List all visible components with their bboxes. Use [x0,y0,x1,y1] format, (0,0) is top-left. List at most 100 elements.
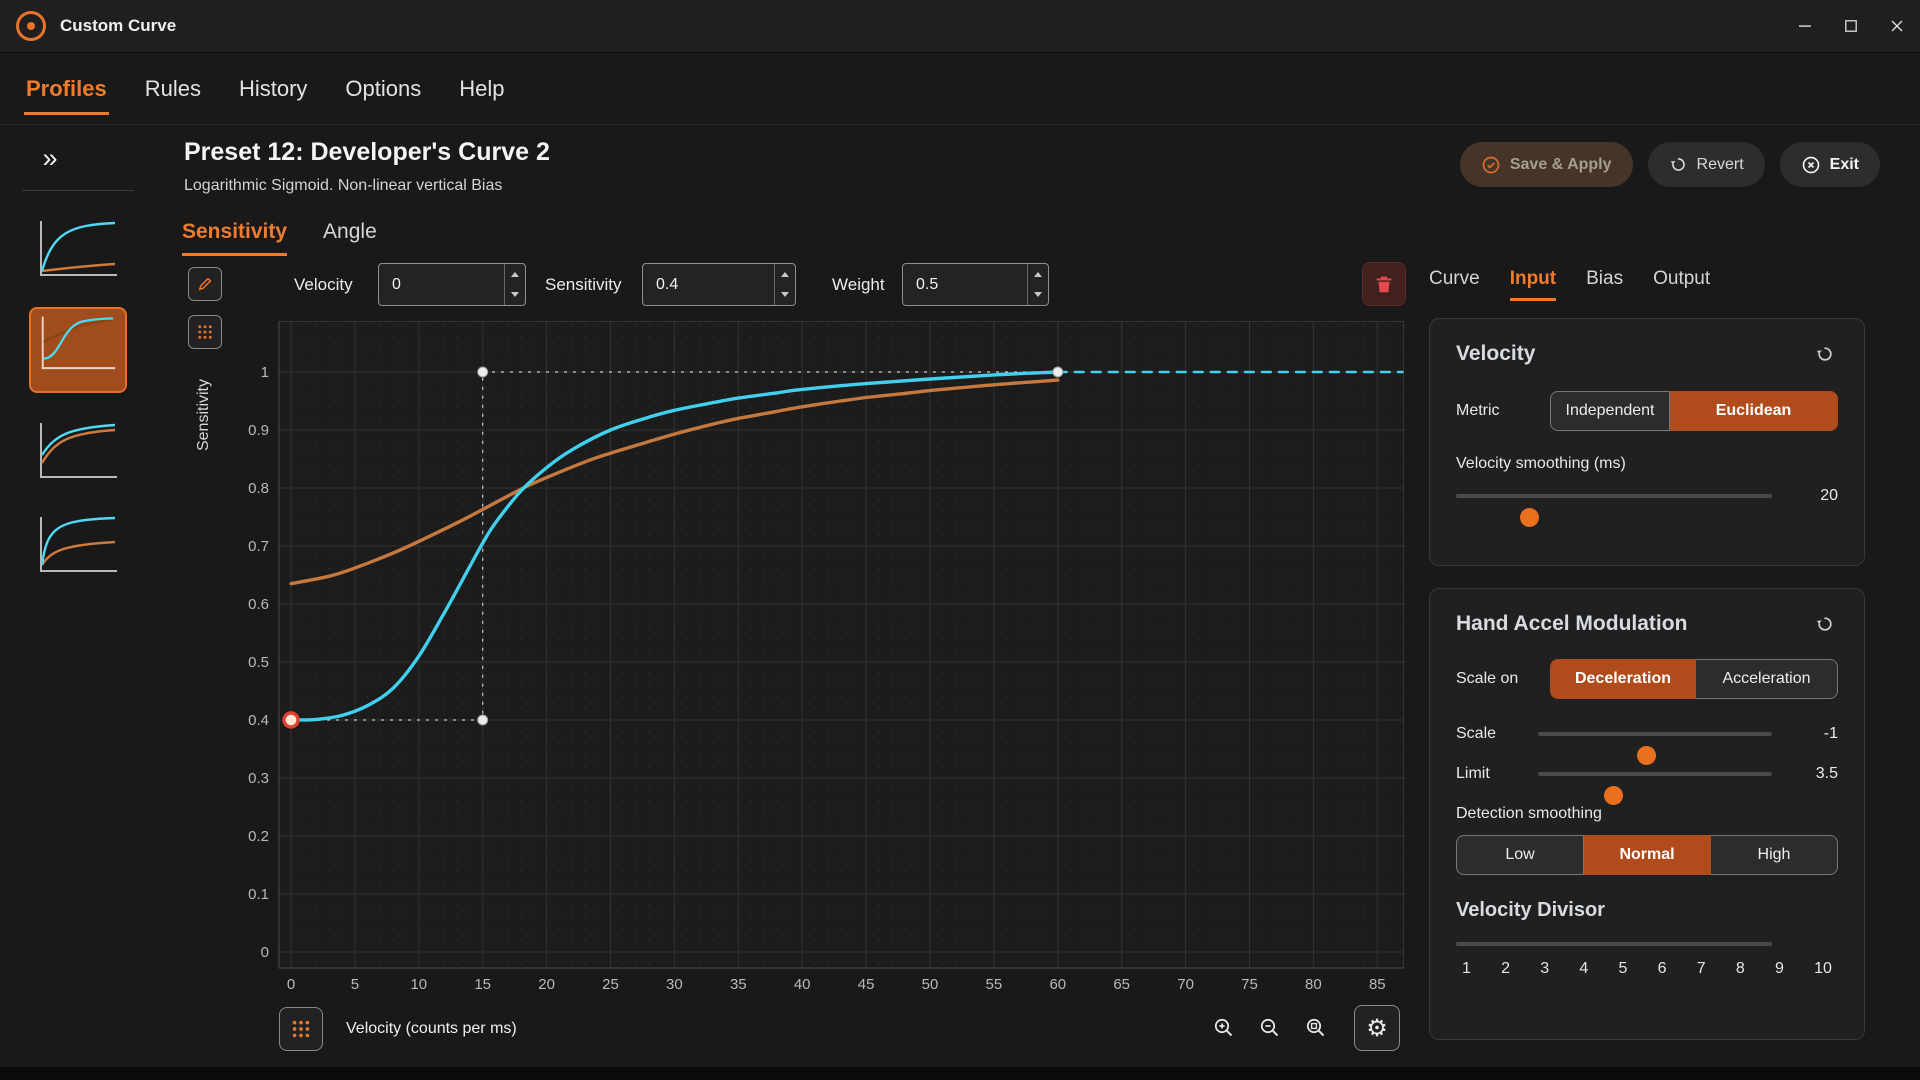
tab-bias[interactable]: Bias [1586,268,1623,301]
weight-spin-up[interactable] [1028,264,1048,285]
settings-tabs: Curve Input Bias Output [1429,268,1710,301]
velocity-input[interactable]: 0 [378,263,526,306]
profiles-sidebar: » [10,138,146,581]
curve-chart[interactable]: 051015202530354045505560657075808500.10.… [219,321,1404,996]
curve-chart-area: 051015202530354045505560657075808500.10.… [219,321,1404,996]
sensitivity-input[interactable]: 0.4 [642,263,796,306]
divisor-value-7[interactable]: 7 [1697,960,1706,978]
velocity-smoothing-slider-thumb[interactable] [1520,508,1539,527]
save-apply-button[interactable]: Save & Apply [1460,142,1633,187]
tab-output[interactable]: Output [1653,268,1710,301]
velocity-smoothing-slider[interactable] [1456,494,1772,498]
profile-2-preview-chart [31,309,125,391]
detection-option-low[interactable]: Low [1456,835,1584,875]
divisor-value-8[interactable]: 8 [1736,960,1745,978]
divisor-value-4[interactable]: 4 [1579,960,1588,978]
divisor-value-10[interactable]: 10 [1814,960,1832,978]
velocity-spin-down[interactable] [505,285,525,306]
control-point[interactable] [1053,367,1063,377]
weight-input[interactable]: 0.5 [902,263,1049,306]
sensitivity-spin-down[interactable] [775,285,795,306]
y-tick-label: 0.2 [248,828,269,845]
nav-tab-options[interactable]: Options [343,62,423,115]
window-controls [1782,0,1920,52]
x-tick-label: 20 [538,976,555,993]
scale-slider[interactable] [1538,732,1772,736]
profile-1-preview-chart [29,213,127,285]
close-button[interactable] [1874,0,1920,52]
velocity-divisor-slider[interactable] [1456,942,1772,946]
save-apply-label: Save & Apply [1510,156,1612,174]
chart-settings-button[interactable]: ⚙ [1354,1005,1400,1051]
gear-icon: ⚙ [1366,1014,1388,1043]
scale-on-option-acceleration[interactable]: Acceleration [1696,659,1838,699]
dots-grid-icon [290,1018,312,1040]
divisor-value-2[interactable]: 2 [1501,960,1510,978]
profile-thumbnail-3[interactable] [29,415,127,487]
limit-slider-thumb[interactable] [1604,786,1623,805]
nav-tab-rules[interactable]: Rules [143,62,203,115]
tab-sensitivity[interactable]: Sensitivity [182,220,287,256]
divisor-value-1[interactable]: 1 [1462,960,1471,978]
revert-button[interactable]: Revert [1648,142,1765,187]
window-bottom-edge [0,1067,1920,1080]
preset-title: Preset 12: Developer's Curve 2 [184,138,550,167]
y-tick-label: 1 [261,364,269,381]
snap-grid-button[interactable] [188,315,222,349]
divisor-value-5[interactable]: 5 [1619,960,1628,978]
limit-label: Limit [1456,765,1538,783]
maximize-button[interactable] [1828,0,1874,52]
sensitivity-spinners [774,264,795,305]
divisor-value-9[interactable]: 9 [1775,960,1784,978]
velocity-input-value: 0 [379,276,504,294]
nav-tab-history[interactable]: History [237,62,309,115]
divisor-value-3[interactable]: 3 [1540,960,1549,978]
tab-angle[interactable]: Angle [323,220,377,256]
divisor-value-6[interactable]: 6 [1658,960,1667,978]
weight-spin-down[interactable] [1028,285,1048,306]
profile-thumbnail-1[interactable] [29,213,127,285]
scale-slider-thumb[interactable] [1637,746,1656,765]
zoom-fit-button[interactable] [1296,1008,1336,1048]
velocity-reset-button[interactable] [1812,341,1838,367]
sensitivity-spin-up[interactable] [775,264,795,285]
delete-point-button[interactable] [1362,262,1406,306]
zoom-in-button[interactable] [1204,1008,1244,1048]
control-point-selected[interactable] [284,713,298,727]
profile-thumbnail-2-selected[interactable] [29,307,127,393]
control-point[interactable] [478,715,488,725]
y-tick-label: 0 [261,944,269,961]
nav-tab-profiles[interactable]: Profiles [24,62,109,115]
limit-value: 3.5 [1782,765,1838,783]
limit-slider[interactable] [1538,772,1772,776]
app-logo-icon [16,11,46,41]
metric-option-euclidean[interactable]: Euclidean [1670,391,1838,431]
close-icon [1889,18,1905,34]
velocity-card-title: Velocity [1456,342,1535,366]
x-tick-label: 55 [986,976,1003,993]
weight-field-label: Weight [832,275,885,295]
profile-4-preview-chart [29,509,127,581]
zoom-out-button[interactable] [1250,1008,1290,1048]
hand-accel-reset-button[interactable] [1812,611,1838,637]
nav-tab-help[interactable]: Help [457,62,506,115]
sidebar-expand-button[interactable]: » [28,138,72,178]
main-nav: Profiles Rules History Options Help [0,53,1920,125]
tab-curve[interactable]: Curve [1429,268,1480,301]
y-tick-label: 0.9 [248,422,269,439]
velocity-spin-up[interactable] [505,264,525,285]
control-point[interactable] [478,367,488,377]
velocity-smoothing-value: 20 [1782,487,1838,505]
exit-button[interactable]: Exit [1780,142,1880,187]
tab-input[interactable]: Input [1510,268,1556,301]
detection-option-normal[interactable]: Normal [1584,835,1711,875]
profile-thumbnail-4[interactable] [29,509,127,581]
grid-toggle-button[interactable] [279,1007,323,1051]
edit-mode-button[interactable] [188,267,222,301]
scale-on-option-deceleration[interactable]: Deceleration [1550,659,1696,699]
detection-option-high[interactable]: High [1711,835,1838,875]
velocity-card: Velocity Metric Independent Euclidean Ve… [1429,318,1865,566]
reset-icon [1815,614,1835,634]
metric-option-independent[interactable]: Independent [1550,391,1670,431]
minimize-button[interactable] [1782,0,1828,52]
